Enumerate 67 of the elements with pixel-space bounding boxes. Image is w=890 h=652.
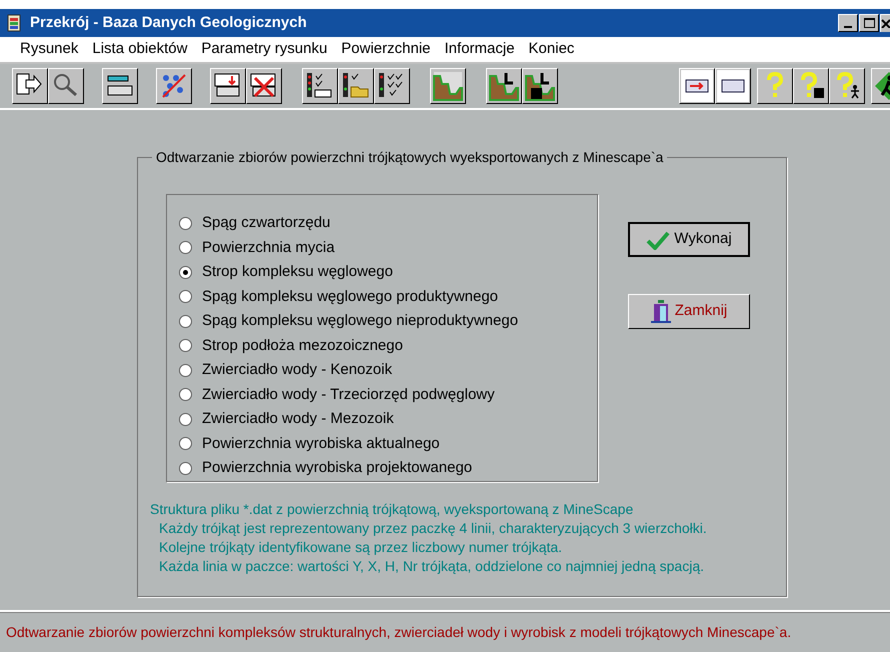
door-icon: [650, 300, 671, 324]
execute-button[interactable]: Wykonaj: [628, 222, 750, 257]
menu-item[interactable]: Parametry rysunku: [201, 38, 328, 61]
option-label: Spąg kompleksu węglowego nieproduktywnego: [202, 311, 518, 331]
info-text: Struktura pliku *.dat z powierzchnią trójkątową, wyeksportowaną z MineScape: [150, 500, 634, 519]
option-label: Powierzchnia mycia: [202, 238, 335, 258]
terrain-icon: [432, 70, 464, 102]
option-label: Strop podłoża mezozoicznego: [202, 336, 403, 356]
toolbar-button[interactable]: [522, 68, 558, 104]
toolbar-button[interactable]: [757, 68, 793, 104]
toolbar-button[interactable]: [246, 68, 282, 104]
toolbar-button[interactable]: [793, 68, 829, 104]
option-label: Zwierciadło wody - Kenozoik: [202, 360, 392, 380]
close-icon: [881, 19, 890, 28]
option-label: Spąg kompleksu węglowego produktywnego: [202, 286, 498, 306]
radio-button[interactable]: [179, 388, 192, 402]
status-text: Odtwarzanie zbiorów powierzchni kompleksów strukturalnych, zwierciadeł wody i wyrobisk z modeli trójkątowych Minescape`a.: [6, 623, 792, 642]
menu-item[interactable]: Koniec: [528, 38, 574, 61]
option-label: Spąg czwartorzędu: [202, 213, 330, 233]
option-label: Zwierciadło wody - Mezozoik: [202, 409, 394, 429]
radio-button[interactable]: [179, 241, 192, 254]
toolbar-button[interactable]: [715, 68, 751, 104]
radio-button[interactable]: [179, 216, 192, 230]
radio-button[interactable]: [179, 462, 192, 475]
close-button[interactable]: Zamknij: [628, 294, 750, 329]
toolbar-button[interactable]: [679, 68, 715, 104]
info-text: Kolejne trójkąty identyfikowane są przez liczbowy numer trójkąta.: [158, 538, 564, 557]
info-text: Każdy trójkąt jest reprezentowany przez paczkę 4 linii, charakteryzujących 3 wierzchołki.: [158, 519, 707, 538]
radio-button[interactable]: [179, 339, 192, 352]
toolbar-button[interactable]: [156, 68, 192, 104]
menu-item[interactable]: Informacje: [444, 38, 515, 61]
option-label: Powierzchnia wyrobiska projektowanego: [202, 458, 472, 478]
maximize-icon: [864, 18, 874, 28]
arrow-box-icon: [681, 70, 713, 102]
toolbar-button[interactable]: [102, 68, 138, 104]
window-title: Przekrój - Baza Danych Geologicznych: [30, 12, 308, 33]
toolbar-button[interactable]: [338, 68, 374, 104]
option-label: Powierzchnia wyrobiska aktualnego: [202, 434, 440, 454]
toolbar-button[interactable]: [374, 68, 410, 104]
terrain-icon: [488, 70, 520, 102]
radio-button[interactable]: [179, 364, 192, 377]
minimize-icon: [844, 26, 852, 28]
menu-item[interactable]: Lista obiektów: [92, 38, 188, 61]
option-label: Strop kompleksu węglowego: [202, 262, 393, 282]
menu-item[interactable]: Powierzchnie: [341, 38, 431, 61]
option-label: Zwierciadło wody - Trzeciorzęd podwęglowy: [202, 384, 495, 404]
close-button[interactable]: [880, 14, 890, 32]
radio-button[interactable]: [179, 266, 192, 279]
toolbar-button[interactable]: [48, 68, 84, 104]
minimize-button[interactable]: [838, 14, 858, 32]
radio-button[interactable]: [179, 412, 192, 426]
checkmark-icon: [646, 230, 670, 250]
maximize-button[interactable]: [859, 14, 879, 32]
toolbar-button[interactable]: [430, 68, 466, 104]
menu-item[interactable]: Rysunek: [20, 38, 78, 61]
toolbar-button[interactable]: [302, 68, 338, 104]
rectangle-icon: [717, 70, 749, 102]
terrain-lock-icon: [524, 70, 556, 102]
app-icon: [6, 14, 22, 32]
toolbar-button[interactable]: [210, 68, 246, 104]
toolbar-button[interactable]: [486, 68, 522, 104]
radio-button[interactable]: [179, 290, 192, 304]
toolbar-button[interactable]: [12, 68, 48, 104]
toolbar-button[interactable]: [829, 68, 865, 104]
radio-button[interactable]: [179, 314, 192, 328]
radio-button[interactable]: [179, 437, 192, 450]
info-text: Każda linia w paczce: wartości Y, X, H, Nr trójkąta, oddzielone co najmniej jedną spacją.: [158, 557, 705, 576]
